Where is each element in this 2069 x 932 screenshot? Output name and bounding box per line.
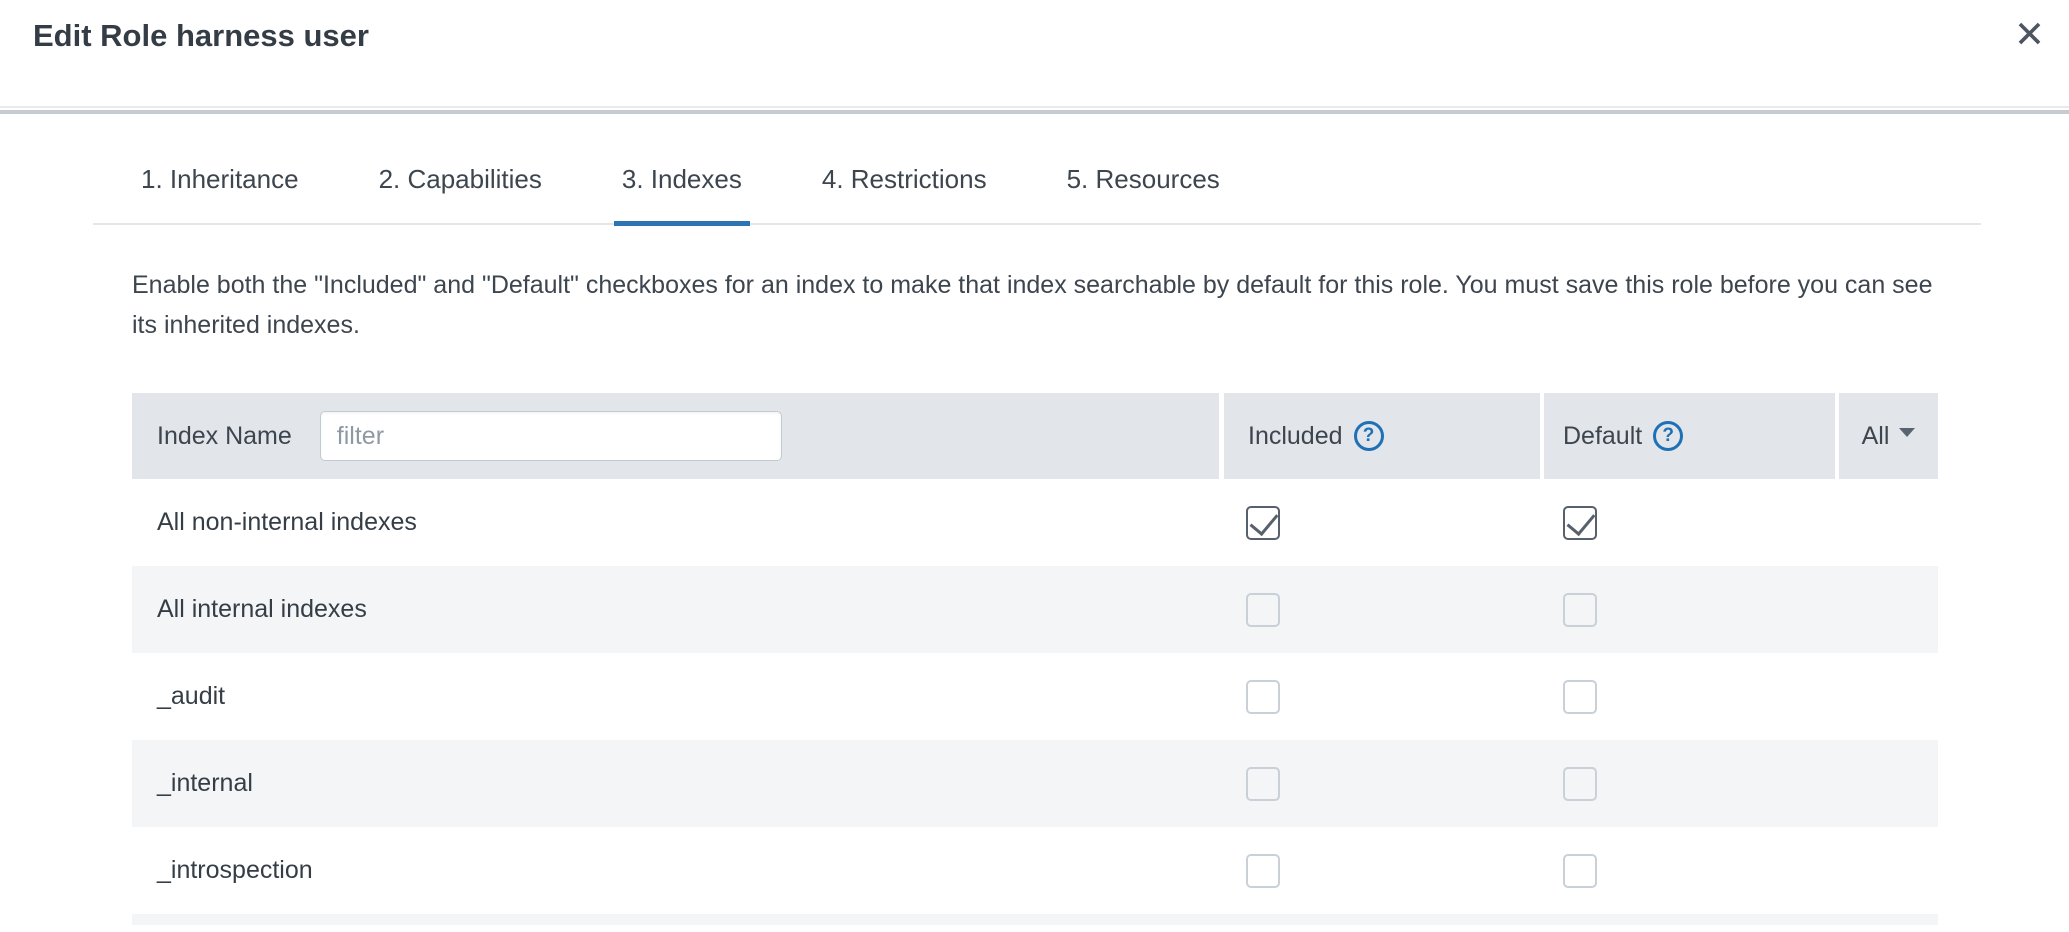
modal-header: Edit Role harness user ✕ — [0, 0, 2069, 108]
included-help-icon[interactable]: ? — [1354, 421, 1384, 451]
tab-indexes[interactable]: 3. Indexes — [614, 154, 750, 226]
included-checkbox[interactable] — [1246, 506, 1280, 540]
included-label: Included — [1248, 422, 1343, 451]
table-row: _introspection — [132, 827, 1938, 914]
default-checkbox[interactable] — [1563, 506, 1597, 540]
default-label: Default — [1563, 422, 1642, 451]
row-index-name: _internal — [132, 769, 1224, 798]
included-checkbox[interactable] — [1246, 593, 1280, 627]
filter-input[interactable] — [320, 411, 782, 461]
row-index-name: _audit — [132, 682, 1224, 711]
table-row: _audit — [132, 653, 1938, 740]
included-header-cell: Included ? — [1224, 393, 1540, 479]
default-checkbox[interactable] — [1563, 593, 1597, 627]
default-help-icon[interactable]: ? — [1653, 421, 1683, 451]
tab-capabilities[interactable]: 2. Capabilities — [371, 154, 550, 223]
tab-inheritance[interactable]: 1. Inheritance — [133, 154, 307, 223]
close-icon[interactable]: ✕ — [2014, 16, 2045, 53]
partial-next-row — [132, 914, 1938, 925]
default-checkbox[interactable] — [1563, 767, 1597, 801]
included-checkbox[interactable] — [1246, 854, 1280, 888]
page-title: Edit Role harness user — [33, 18, 369, 54]
default-header-cell: Default ? — [1544, 393, 1835, 479]
tab-resources[interactable]: 5. Resources — [1059, 154, 1228, 223]
all-dropdown[interactable]: All — [1839, 393, 1938, 479]
tab-restrictions[interactable]: 4. Restrictions — [814, 154, 995, 223]
tab-description: Enable both the "Included" and "Default"… — [132, 265, 1942, 345]
row-index-name: _introspection — [132, 856, 1224, 885]
index-table: Index Name Included ? Default ? All All … — [132, 393, 1938, 914]
header-divider — [0, 110, 2069, 114]
table-row: _internal — [132, 740, 1938, 827]
table-row: All non-internal indexes — [132, 479, 1938, 566]
index-name-label: Index Name — [157, 422, 292, 451]
included-checkbox[interactable] — [1246, 680, 1280, 714]
default-checkbox[interactable] — [1563, 680, 1597, 714]
row-index-name: All internal indexes — [132, 595, 1224, 624]
table-row: All internal indexes — [132, 566, 1938, 653]
index-table-header: Index Name Included ? Default ? All — [132, 393, 1938, 479]
index-name-header-cell: Index Name — [132, 393, 1219, 479]
caret-down-icon — [1899, 428, 1915, 437]
row-index-name: All non-internal indexes — [132, 508, 1224, 537]
included-checkbox[interactable] — [1246, 767, 1280, 801]
all-dropdown-label: All — [1862, 422, 1890, 451]
default-checkbox[interactable] — [1563, 854, 1597, 888]
index-table-body: All non-internal indexes All internal in… — [132, 479, 1938, 914]
tab-bar: 1. Inheritance 2. Capabilities 3. Indexe… — [93, 154, 1981, 225]
